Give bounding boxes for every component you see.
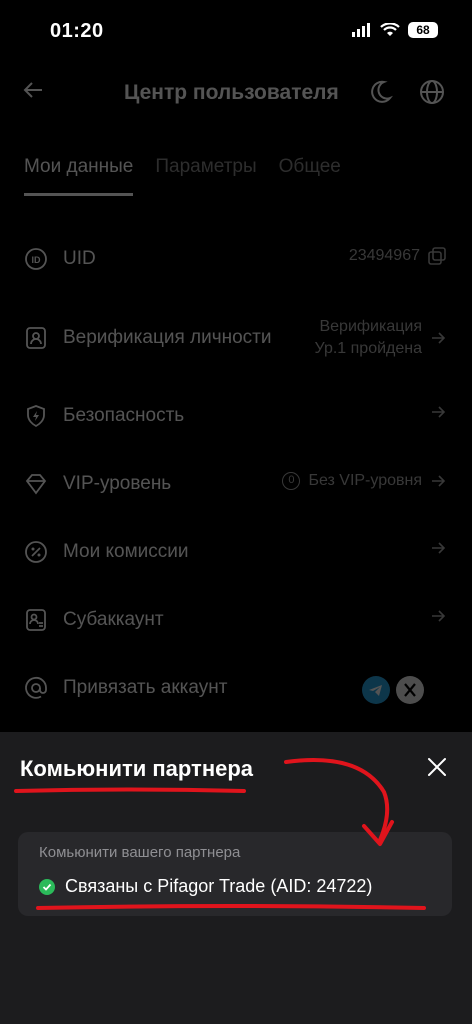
shield-icon [27,405,45,428]
close-icon[interactable] [426,756,448,778]
uid-value-group: 23494967 [349,247,446,265]
tab-general[interactable]: Общее [279,156,341,196]
red-underline-annotation [14,787,246,793]
tab-parameters[interactable]: Параметры [155,156,256,196]
subaccount-arrow-group [430,608,446,624]
copy-icon[interactable] [428,247,446,265]
partner-card-label: Комьюнити вашего партнера [39,844,241,861]
vip-label: VIP-уровень [63,473,172,494]
page-title: Центр пользователя [124,81,339,104]
back-arrow-icon[interactable] [22,78,46,102]
red-arrow-annotation [284,758,394,846]
check-circle-icon [39,878,55,895]
verification-label: Верификация личности [63,327,272,348]
arrow-right-icon [432,332,446,344]
tab-my-data[interactable]: Мои данные [24,156,134,196]
telegram-icon[interactable] [362,676,390,704]
tab-bar: Мои данные Параметры Общее [24,156,341,196]
security-arrow-group [430,404,446,420]
row-verification[interactable]: Верификация личности Верификация Ур.1 пр… [0,314,472,362]
security-label: Безопасность [63,405,185,426]
row-link-account[interactable]: Привязать аккаунт [0,664,472,712]
subaccount-icon [26,609,46,631]
verification-value-line2: Ур.1 пройдена [314,340,423,357]
vip-value-group: 0 Без VIP-уровня [282,472,446,490]
partner-status-text: Связаны с Pifagor Trade (AID: 24722) [65,876,373,896]
vip-value: Без VIP-уровня [308,472,422,489]
uid-value: 23494967 [348,247,420,264]
id-icon: ID [25,248,47,270]
diamond-icon [25,474,47,495]
page-header: Центр пользователя [0,70,472,114]
subaccount-label: Субаккаунт [63,609,164,630]
partner-status: Связаны с Pifagor Trade (AID: 24722) [39,876,372,897]
arrow-right-icon [432,475,446,487]
background-page: Центр пользователя Мои данные Параметры … [0,0,472,732]
row-subaccount[interactable]: Субаккаунт [0,596,472,644]
row-commissions[interactable]: Мои комиссии [0,528,472,576]
uid-label: UID [63,248,96,269]
row-uid: ID UID 23494967 [0,235,472,283]
row-vip[interactable]: VIP-уровень 0 Без VIP-уровня [0,460,472,508]
commissions-arrow-group [430,540,446,556]
arrow-right-icon [432,542,446,554]
at-sign-icon [25,676,47,699]
svg-text:ID: ID [32,255,42,265]
arrow-right-icon [432,406,446,418]
vip-badge: 0 [282,472,301,490]
row-security[interactable]: Безопасность [0,392,472,440]
x-twitter-icon[interactable] [396,676,424,704]
sheet-title: Комьюнити партнера [20,756,254,781]
commissions-label: Мои комиссии [63,541,189,562]
verification-value-line1: Верификация [319,318,422,335]
moon-icon[interactable] [366,78,394,106]
link-account-label: Привязать аккаунт [63,677,228,698]
verification-value-group: Верификация Ур.1 пройдена [315,316,447,360]
arrow-right-icon [432,610,446,622]
person-icon [26,327,46,349]
red-underline-annotation [36,904,426,910]
social-icons-group [362,676,424,704]
globe-icon[interactable] [418,78,446,106]
percent-icon [25,541,47,563]
